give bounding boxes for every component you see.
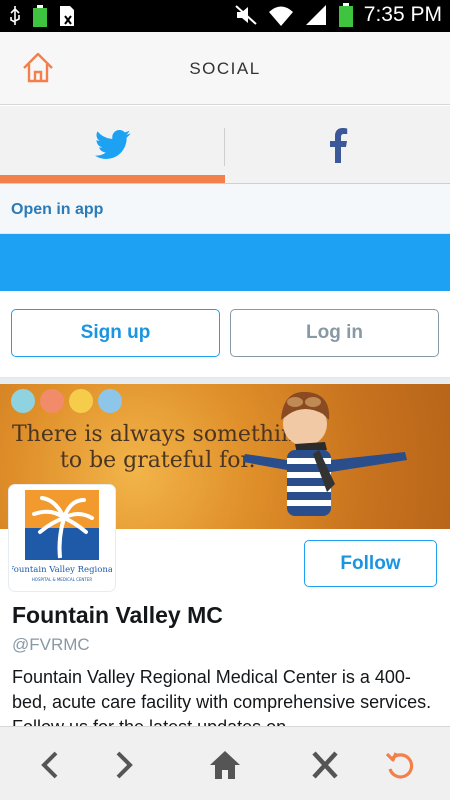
back-icon: [41, 751, 58, 779]
status-bar: 7:35 PM: [0, 0, 450, 32]
battery-icon: [338, 3, 353, 27]
usb-icon: [10, 6, 20, 25]
child-aviator-image: [243, 391, 407, 516]
open-in-app-link[interactable]: Open in app: [11, 201, 103, 219]
sign-up-button[interactable]: Sign up: [11, 309, 220, 357]
banner-dot: [98, 389, 122, 413]
browser-home-button[interactable]: [205, 745, 245, 785]
signal-icon: [305, 5, 326, 25]
banner-dot: [69, 389, 93, 413]
tab-twitter[interactable]: [0, 106, 225, 184]
profile-name: Fountain Valley MC: [12, 602, 223, 628]
mute-icon: [235, 5, 257, 25]
svg-text:HOSPITAL & MEDICAL CENTER: HOSPITAL & MEDICAL CENTER: [32, 577, 93, 582]
back-button[interactable]: [30, 745, 70, 785]
open-in-app-bar: Open in app: [0, 184, 450, 234]
svg-text:Fountain Valley Regional: Fountain Valley Regional: [12, 565, 112, 575]
banner-dot: [40, 389, 64, 413]
app-header: SOCIAL: [0, 32, 450, 105]
wifi-icon: [268, 6, 293, 26]
forward-button[interactable]: [104, 745, 144, 785]
refresh-button[interactable]: [380, 745, 420, 785]
sim-icon: [60, 6, 74, 26]
close-button[interactable]: [305, 745, 345, 785]
social-tabs: [0, 106, 450, 184]
profile-bio: Fountain Valley Regional Medical Center …: [12, 667, 432, 726]
tab-facebook[interactable]: [225, 106, 450, 184]
refresh-icon: [385, 752, 414, 779]
page-title: SOCIAL: [189, 59, 261, 78]
profile-card: Fountain Valley Regional HOSPITAL & MEDI…: [0, 485, 450, 726]
twitter-header-band: [0, 234, 450, 291]
clock: 7:35 PM: [363, 3, 442, 26]
profile-avatar[interactable]: Fountain Valley Regional HOSPITAL & MEDI…: [9, 485, 115, 591]
twitter-webview[interactable]: Open in app Sign up Log in There is alwa…: [0, 184, 450, 726]
close-icon: [312, 751, 338, 779]
follow-button[interactable]: Follow: [304, 540, 437, 587]
selected-tab-indicator: [0, 175, 225, 183]
auth-panel: Sign up Log in: [0, 291, 450, 378]
facebook-icon: [329, 128, 347, 163]
log-in-button[interactable]: Log in: [230, 309, 439, 357]
profile-handle[interactable]: @FVRMC: [12, 635, 90, 655]
banner-dot: [11, 389, 35, 413]
battery-full-icon: [33, 5, 47, 27]
forward-icon: [116, 751, 133, 779]
fountain-valley-logo: Fountain Valley Regional HOSPITAL & MEDI…: [12, 490, 112, 582]
browser-nav-bar: [0, 726, 450, 800]
home-icon: [210, 751, 240, 779]
twitter-icon: [94, 130, 130, 159]
